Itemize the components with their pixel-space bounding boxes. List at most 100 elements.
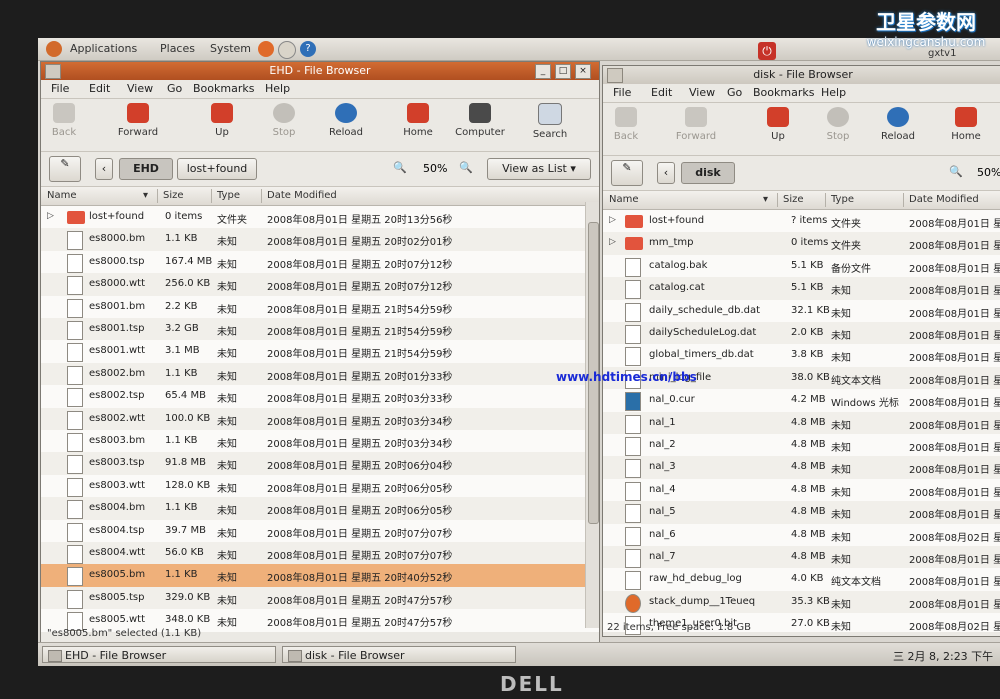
col-size[interactable]: Size — [783, 194, 804, 205]
table-row[interactable]: es8004.tsp 39.7 MB 未知 2008年08月01日 星期五 20时07… — [41, 520, 599, 542]
path-back-button[interactable]: ‹ — [657, 162, 675, 184]
table-row[interactable]: ▷ mm_tmp 0 items 文件夹 2008年08月01日 星 — [603, 232, 1000, 255]
expander-icon[interactable]: ▷ — [609, 215, 616, 225]
table-row[interactable]: es8002.tsp 65.4 MB 未知 2008年08月01日 星期五 20时03… — [41, 385, 599, 408]
col-type[interactable]: Type — [831, 194, 854, 205]
help-icon[interactable]: ? — [300, 41, 316, 57]
table-row[interactable]: es8001.tsp 3.2 GB 未知 2008年08月01日 星期五 21时54分… — [41, 318, 599, 341]
table-row[interactable]: nal_0.cur 4.2 MB Windows 光标 2008年08月01日 星 — [603, 389, 1000, 412]
zoom-level[interactable]: 50% — [423, 162, 447, 175]
back-button[interactable]: Back — [41, 103, 93, 138]
table-row[interactable]: ▷ lost+found 0 items 文件夹 2008年08月01日 星期五 20时… — [41, 206, 599, 228]
table-row[interactable]: nal_6 4.8 MB 未知 2008年08月02日 星 — [603, 524, 1000, 546]
forward-button[interactable]: Forward — [667, 107, 725, 142]
table-row[interactable]: global_timers_db.dat 3.8 KB 未知 2008年08月01日 … — [603, 344, 1000, 367]
menu-applications[interactable]: Applications — [70, 42, 137, 55]
menu-places[interactable]: Places — [160, 42, 195, 55]
menu-file[interactable]: File — [51, 82, 69, 95]
table-row[interactable]: nal_3 4.8 MB 未知 2008年08月01日 星 — [603, 456, 1000, 479]
table-row[interactable]: es8003.tsp 91.8 MB 未知 2008年08月01日 星期五 20时06… — [41, 452, 599, 475]
col-date[interactable]: Date Modified — [909, 194, 979, 205]
table-row[interactable]: es8000.tsp 167.4 MB 未知 2008年08月01日 星期五 20时0… — [41, 251, 599, 273]
table-row[interactable]: es8002.bm 1.1 KB 未知 2008年08月01日 星期五 20时01分3… — [41, 362, 599, 386]
table-row[interactable]: es8002.wtt 100.0 KB 未知 2008年08月01日 星期五 20时0… — [41, 407, 599, 430]
table-row[interactable]: catalog.cat 5.1 KB 未知 2008年08月01日 星 — [603, 277, 1000, 300]
view-mode-select[interactable]: View as List ▾ — [487, 158, 591, 180]
table-row[interactable]: nal_5 4.8 MB 未知 2008年08月01日 星 — [603, 501, 1000, 524]
table-row[interactable]: es8005.tsp 329.0 KB 未知 2008年08月01日 星期五 20时4… — [41, 586, 599, 610]
col-name[interactable]: Name — [47, 190, 77, 201]
table-row[interactable]: es8005.bm 1.1 KB 未知 2008年08月01日 星期五 20时40分5… — [41, 564, 599, 587]
table-row[interactable]: es8003.wtt 128.0 KB 未知 2008年08月01日 星期五 20时0… — [41, 475, 599, 497]
menu-help[interactable]: Help — [265, 82, 290, 95]
menu-bookmarks[interactable]: Bookmarks — [753, 86, 814, 99]
stop-button[interactable]: Stop — [809, 107, 867, 142]
table-row[interactable]: dailyScheduleLog.dat 2.0 KB 未知 2008年08月01日 … — [603, 322, 1000, 345]
path-button-lost-found[interactable]: lost+found — [177, 158, 257, 180]
table-row[interactable]: stack_dump__1Teueq 35.3 KB 未知 2008年08月01日 星 — [603, 590, 1000, 614]
menu-view[interactable]: View — [689, 86, 715, 99]
home-button[interactable]: Home — [389, 103, 447, 138]
path-button-disk[interactable]: disk — [681, 162, 735, 184]
left-window-titlebar[interactable]: EHD - File Browser _ □ × — [41, 62, 599, 80]
expander-icon[interactable]: ▷ — [47, 211, 54, 221]
task-disk-file-browser[interactable]: disk - File Browser — [282, 646, 516, 663]
search-button[interactable]: Search — [521, 103, 579, 140]
window-menu-icon[interactable] — [45, 64, 61, 79]
table-row[interactable]: nal_7 4.8 MB 未知 2008年08月01日 星 — [603, 546, 1000, 569]
menu-system[interactable]: System — [210, 42, 251, 55]
shutdown-icon[interactable]: ⏻ — [758, 42, 776, 60]
task-ehd-file-browser[interactable]: EHD - File Browser — [42, 646, 276, 663]
window-menu-icon[interactable] — [607, 68, 623, 83]
reload-button[interactable]: Reload — [317, 103, 375, 138]
table-row[interactable]: nal_4 4.8 MB 未知 2008年08月01日 星 — [603, 479, 1000, 501]
table-row[interactable]: raw_hd_debug_log 4.0 KB 纯文本文档 2008年08月01日 星 — [603, 568, 1000, 591]
expander-icon[interactable]: ▷ — [609, 237, 616, 247]
table-row[interactable]: es8000.wtt 256.0 KB 未知 2008年08月01日 星期五 20时0… — [41, 273, 599, 296]
menu-edit[interactable]: Edit — [651, 86, 672, 99]
forward-button[interactable]: Forward — [109, 103, 167, 138]
col-date[interactable]: Date Modified — [267, 190, 337, 201]
up-button[interactable]: Up — [193, 103, 251, 138]
table-row[interactable]: es8001.wtt 3.1 MB 未知 2008年08月01日 星期五 21时54分… — [41, 340, 599, 363]
menu-help[interactable]: Help — [821, 86, 846, 99]
table-row[interactable]: es8000.bm 1.1 KB 未知 2008年08月01日 星期五 20时02分0… — [41, 228, 599, 251]
col-size[interactable]: Size — [163, 190, 184, 201]
table-row[interactable]: nal_1 4.8 MB 未知 2008年08月01日 星 — [603, 411, 1000, 434]
up-button[interactable]: Up — [749, 107, 807, 142]
zoom-level[interactable]: 50% — [977, 166, 1000, 179]
clock[interactable]: 三 2月 8, 2:23 下午 — [893, 648, 993, 664]
distro-logo-icon[interactable] — [46, 41, 62, 57]
table-row[interactable]: ▷ lost+found ? items 文件夹 2008年08月01日 星 — [603, 210, 1000, 232]
zoom-in-icon[interactable]: 🔍 — [459, 161, 473, 174]
menu-go[interactable]: Go — [167, 82, 182, 95]
stop-button[interactable]: Stop — [255, 103, 313, 138]
zoom-out-icon[interactable]: 🔍 — [393, 161, 407, 174]
table-row[interactable]: es8003.bm 1.1 KB 未知 2008年08月01日 星期五 20时03分3… — [41, 430, 599, 452]
col-type[interactable]: Type — [217, 190, 240, 201]
menu-go[interactable]: Go — [727, 86, 742, 99]
zoom-out-icon[interactable]: 🔍 — [949, 165, 963, 178]
close-button[interactable]: × — [575, 64, 591, 79]
table-row[interactable]: es8004.bm 1.1 KB 未知 2008年08月01日 星期五 20时06分0… — [41, 497, 599, 520]
menu-view[interactable]: View — [127, 82, 153, 95]
right-window-titlebar[interactable]: disk - File Browser — [603, 66, 1000, 84]
home-button[interactable]: Home — [937, 107, 995, 142]
col-name[interactable]: Name — [609, 194, 639, 205]
minimize-button[interactable]: _ — [535, 64, 551, 79]
left-scrollbar[interactable] — [585, 202, 599, 628]
table-row[interactable]: catalog.bak 5.1 KB 备份文件 2008年08月01日 星 — [603, 255, 1000, 277]
back-button[interactable]: Back — [603, 107, 655, 142]
firefox-icon[interactable] — [258, 41, 274, 57]
mail-icon[interactable] — [278, 41, 296, 59]
table-row[interactable]: es8004.wtt 56.0 KB 未知 2008年08月01日 星期五 20时07… — [41, 542, 599, 565]
reload-button[interactable]: Reload — [869, 107, 927, 142]
maximize-button[interactable]: □ — [555, 64, 571, 79]
path-back-button[interactable]: ‹ — [95, 158, 113, 180]
computer-button[interactable]: Computer — [451, 103, 509, 138]
table-row[interactable]: es8001.bm 2.2 KB 未知 2008年08月01日 星期五 21时54分5… — [41, 296, 599, 318]
toggle-location-button[interactable]: ✎ — [611, 160, 643, 186]
table-row[interactable]: daily_schedule_db.dat 32.1 KB 未知 2008年08月01… — [603, 300, 1000, 322]
menu-edit[interactable]: Edit — [89, 82, 110, 95]
path-button-ehd[interactable]: EHD — [119, 158, 173, 180]
